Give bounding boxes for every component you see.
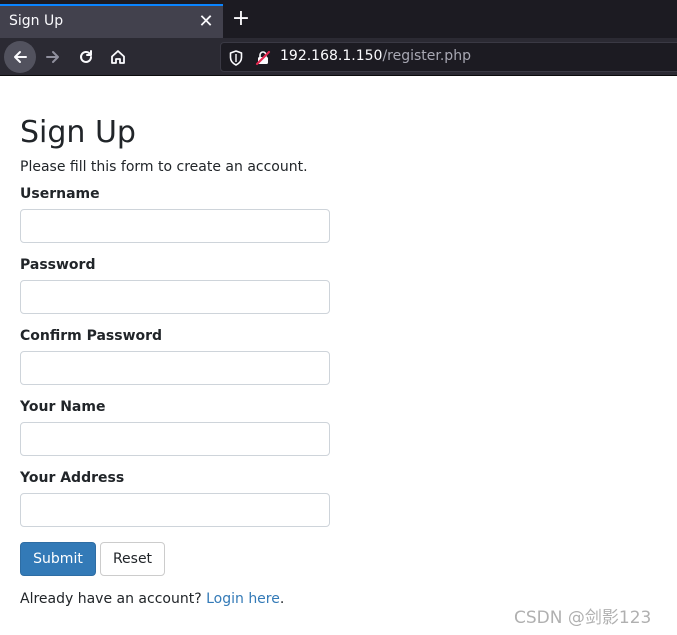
username-label: Username — [20, 186, 100, 202]
tab-strip: Sign Up ✕ + — [0, 0, 677, 38]
insecure-lock-icon[interactable] — [255, 50, 271, 70]
confirm-password-label: Confirm Password — [20, 328, 163, 344]
home-icon[interactable] — [102, 41, 134, 73]
login-link[interactable]: Login here — [206, 591, 280, 607]
login-prompt-line: Already have an account? Login here. — [20, 591, 284, 607]
your-name-label: Your Name — [20, 399, 106, 415]
page-subtitle: Please fill this form to create an accou… — [20, 159, 308, 175]
login-prompt: Already have an account? — [20, 591, 202, 607]
submit-button[interactable]: Submit — [20, 542, 96, 576]
url-bar[interactable]: 192.168.1.150/register.php — [220, 42, 677, 72]
password-input[interactable] — [20, 280, 330, 314]
reset-button[interactable]: Reset — [100, 542, 165, 576]
reload-icon[interactable] — [70, 41, 102, 73]
forward-arrow-icon[interactable] — [37, 41, 69, 73]
your-name-input[interactable] — [20, 422, 330, 456]
plus-icon[interactable]: + — [229, 7, 253, 31]
browser-tab[interactable]: Sign Up ✕ — [0, 4, 223, 38]
confirm-password-input[interactable] — [20, 351, 330, 385]
your-address-label: Your Address — [20, 470, 125, 486]
url-path: /register.php — [382, 48, 471, 64]
shield-icon[interactable] — [229, 50, 243, 70]
login-suffix: . — [279, 591, 285, 607]
your-address-input[interactable] — [20, 493, 330, 527]
username-input[interactable] — [20, 209, 330, 243]
url-host: 192.168.1.150 — [280, 48, 383, 64]
navigation-bar: 192.168.1.150/register.php — [0, 38, 677, 76]
watermark: CSDN @剑影123 — [514, 608, 652, 628]
tab-title: Sign Up — [9, 13, 64, 29]
password-label: Password — [20, 257, 96, 273]
url-text[interactable]: 192.168.1.150/register.php — [280, 48, 471, 64]
close-icon[interactable]: ✕ — [196, 12, 216, 32]
page-title: Sign Up — [20, 115, 136, 150]
back-arrow-icon[interactable] — [4, 41, 36, 73]
